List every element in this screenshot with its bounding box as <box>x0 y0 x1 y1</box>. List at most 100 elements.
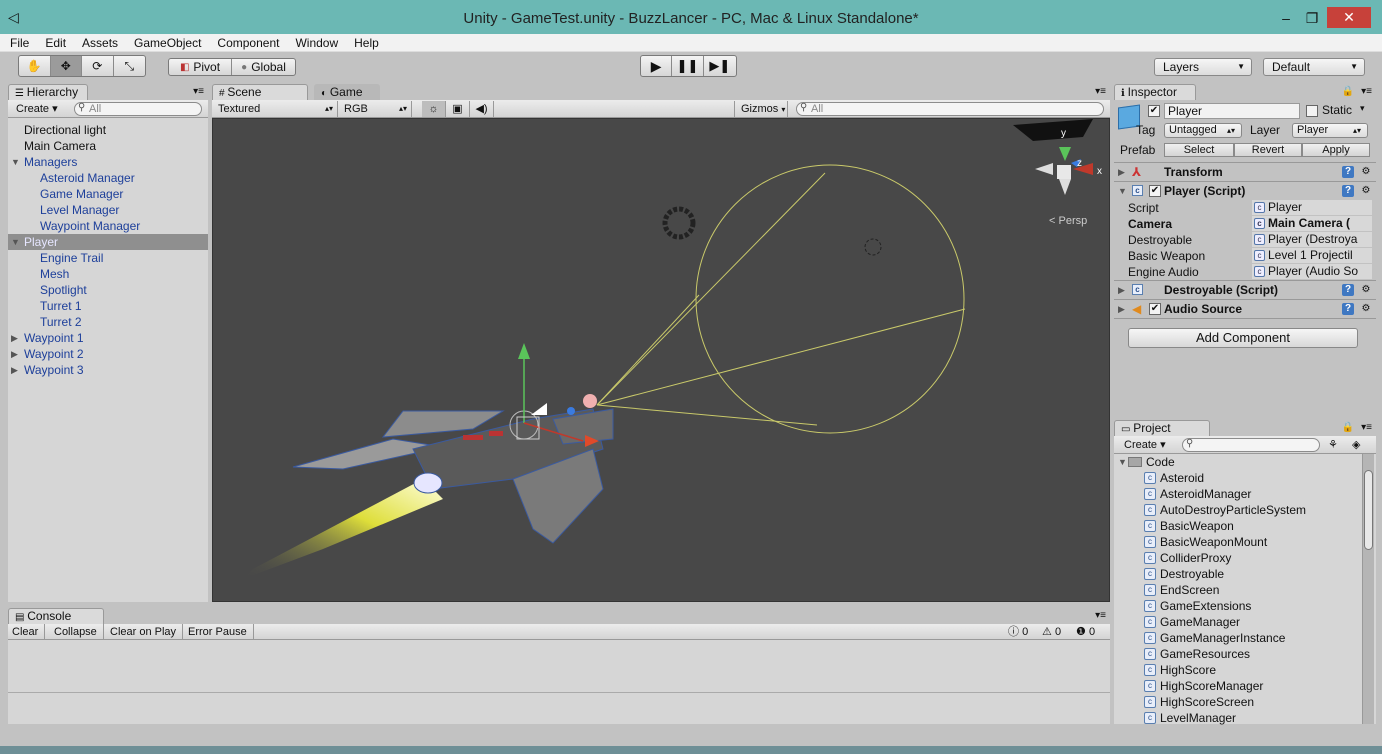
console-error-pause-button[interactable]: Error Pause <box>188 624 254 640</box>
collapse-arrow-icon[interactable]: ▼ <box>11 154 20 170</box>
close-button[interactable]: ✕ <box>1327 7 1371 28</box>
console-collapse-button[interactable]: Collapse <box>54 624 104 640</box>
panel-menu-icon[interactable]: ▾≡ <box>1361 84 1372 100</box>
hierarchy-item[interactable]: ▶ Waypoint 2 <box>8 346 208 362</box>
tag-dropdown[interactable]: Untagged ▴▾ <box>1164 123 1242 138</box>
hierarchy-item[interactable]: ▼ Player <box>8 234 208 250</box>
active-checkbox[interactable]: ✔ <box>1148 105 1160 117</box>
scene-viewport[interactable]: y z x < Persp <box>212 118 1110 602</box>
hierarchy-item[interactable]: Directional light <box>8 122 208 138</box>
destroyable-component[interactable]: ▶ c Destroyable (Script) ? ⚙ <box>1114 280 1376 299</box>
menu-assets[interactable]: Assets <box>76 34 124 52</box>
hierarchy-item[interactable]: Waypoint Manager <box>8 218 208 234</box>
project-scrollbar[interactable] <box>1362 454 1374 724</box>
hierarchy-item[interactable]: Turret 2 <box>8 314 208 330</box>
console-info-toggle[interactable]: ⓘ 0 <box>1008 624 1028 640</box>
persp-label[interactable]: < Persp <box>1049 215 1087 227</box>
panel-menu-icon[interactable]: ▾≡ <box>1361 420 1372 436</box>
prefab-revert-button[interactable]: Revert <box>1234 143 1302 157</box>
step-button-icon[interactable]: ▶❚ <box>704 56 736 76</box>
menu-file[interactable]: File <box>4 34 35 52</box>
lock-icon[interactable]: 🔒 <box>1342 84 1354 100</box>
gizmos-dropdown[interactable]: Gizmos ▾ <box>734 101 788 117</box>
tab-scene[interactable]: # Scene <box>212 84 308 100</box>
prefab-select-button[interactable]: Select <box>1164 143 1234 157</box>
menu-gameobject[interactable]: GameObject <box>128 34 207 52</box>
static-checkbox[interactable] <box>1306 105 1318 117</box>
hand-tool-icon[interactable]: ✋ <box>19 56 51 76</box>
object-reference-field[interactable]: c Level 1 Projectil <box>1252 248 1372 263</box>
menu-component[interactable]: Component <box>211 34 285 52</box>
scene-audio-icon[interactable]: ◀) <box>470 101 494 117</box>
layer-dropdown[interactable]: Player ▴▾ <box>1292 123 1368 138</box>
hierarchy-item[interactable]: Spotlight <box>8 282 208 298</box>
scrollbar-thumb[interactable] <box>1364 470 1373 550</box>
menu-edit[interactable]: Edit <box>39 34 72 52</box>
hierarchy-create-button[interactable]: Create ▾ <box>16 101 58 117</box>
hierarchy-item[interactable]: ▼ Managers <box>8 154 208 170</box>
player-script-component[interactable]: ▼ c ✔ Player (Script) ? ⚙ <box>1114 181 1376 200</box>
minimize-button[interactable]: ‒ <box>1272 8 1300 28</box>
hierarchy-item[interactable]: Level Manager <box>8 202 208 218</box>
tab-inspector[interactable]: ℹ Inspector <box>1114 84 1196 100</box>
move-tool-icon[interactable]: ✥ <box>50 56 82 76</box>
scene-lighting-icon[interactable]: ☼ <box>422 101 446 117</box>
hierarchy-item[interactable]: Asteroid Manager <box>8 170 208 186</box>
console-log-area[interactable] <box>8 640 1110 724</box>
scale-tool-icon[interactable]: ⤡ <box>114 56 145 76</box>
object-reference-field[interactable]: c Player (Destroya <box>1252 232 1372 247</box>
audio-source-component[interactable]: ▶ ◀ ✔ Audio Source ? ⚙ <box>1114 299 1376 318</box>
hierarchy-search-input[interactable]: ⚲ All <box>74 102 202 116</box>
transform-component[interactable]: ▶ ⅄ Transform ? ⚙ <box>1114 162 1376 181</box>
object-name-input[interactable]: Player <box>1164 103 1300 119</box>
gear-icon[interactable]: ⚙ <box>1360 166 1372 178</box>
console-clear-on-play-button[interactable]: Clear on Play <box>110 624 184 640</box>
object-reference-field[interactable]: c Main Camera ( <box>1252 216 1372 231</box>
add-component-button[interactable]: Add Component <box>1128 328 1358 348</box>
gear-icon[interactable]: ⚙ <box>1360 284 1372 296</box>
help-icon[interactable]: ? <box>1342 166 1354 178</box>
global-button[interactable]: ● Global <box>232 59 295 75</box>
tab-console[interactable]: ▤ Console <box>8 608 104 624</box>
project-create-button[interactable]: Create ▾ <box>1124 437 1166 453</box>
render-mode-dropdown[interactable]: RGB ▴▾ <box>338 101 412 117</box>
static-dropdown-icon[interactable]: ▾ <box>1360 103 1365 114</box>
panel-menu-icon[interactable]: ▾≡ <box>193 84 204 100</box>
console-warning-toggle[interactable]: ⚠ 0 <box>1042 624 1061 640</box>
panel-menu-icon[interactable]: ▾≡ <box>1095 84 1106 100</box>
expand-arrow-icon[interactable]: ▶ <box>11 346 18 362</box>
tab-project[interactable]: ▭ Project <box>1114 420 1210 436</box>
scene-image-icon[interactable]: ▣ <box>446 101 470 117</box>
filter-by-label-icon[interactable]: ◈ <box>1352 437 1360 453</box>
project-search-input[interactable]: ⚲ <box>1182 438 1320 452</box>
object-reference-field[interactable]: c Player <box>1252 200 1372 215</box>
pause-button-icon[interactable]: ❚❚ <box>672 56 704 76</box>
gear-icon[interactable]: ⚙ <box>1360 303 1372 315</box>
layers-dropdown[interactable]: Layers ▼ <box>1154 58 1252 76</box>
menu-help[interactable]: Help <box>348 34 385 52</box>
lock-icon[interactable]: 🔒 <box>1342 420 1354 436</box>
draw-mode-dropdown[interactable]: Textured ▴▾ <box>212 101 338 117</box>
prefab-apply-button[interactable]: Apply <box>1302 143 1370 157</box>
maximize-button[interactable]: ❐ <box>1298 8 1326 28</box>
layout-dropdown[interactable]: Default ▼ <box>1263 58 1365 76</box>
rotate-tool-icon[interactable]: ⟳ <box>82 56 114 76</box>
hierarchy-item[interactable]: ▶ Waypoint 1 <box>8 330 208 346</box>
hierarchy-item[interactable]: Mesh <box>8 266 208 282</box>
scene-search-input[interactable]: ⚲ All <box>796 102 1104 116</box>
help-icon[interactable]: ? <box>1342 185 1354 197</box>
tab-game[interactable]: ◐ Game <box>314 84 380 100</box>
hierarchy-item[interactable]: Engine Trail <box>8 250 208 266</box>
component-enabled-checkbox[interactable]: ✔ <box>1149 303 1161 315</box>
help-icon[interactable]: ? <box>1342 303 1354 315</box>
filter-by-type-icon[interactable]: ⚘ <box>1328 437 1338 453</box>
expand-arrow-icon[interactable]: ▶ <box>11 330 18 346</box>
tab-hierarchy[interactable]: ☰ Hierarchy <box>8 84 88 100</box>
hierarchy-item[interactable]: Turret 1 <box>8 298 208 314</box>
component-enabled-checkbox[interactable]: ✔ <box>1149 185 1161 197</box>
gear-icon[interactable]: ⚙ <box>1360 185 1372 197</box>
panel-menu-icon[interactable]: ▾≡ <box>1095 608 1106 624</box>
expand-arrow-icon[interactable]: ▶ <box>11 362 18 378</box>
hierarchy-item[interactable]: ▶ Waypoint 3 <box>8 362 208 378</box>
menu-window[interactable]: Window <box>289 34 344 52</box>
